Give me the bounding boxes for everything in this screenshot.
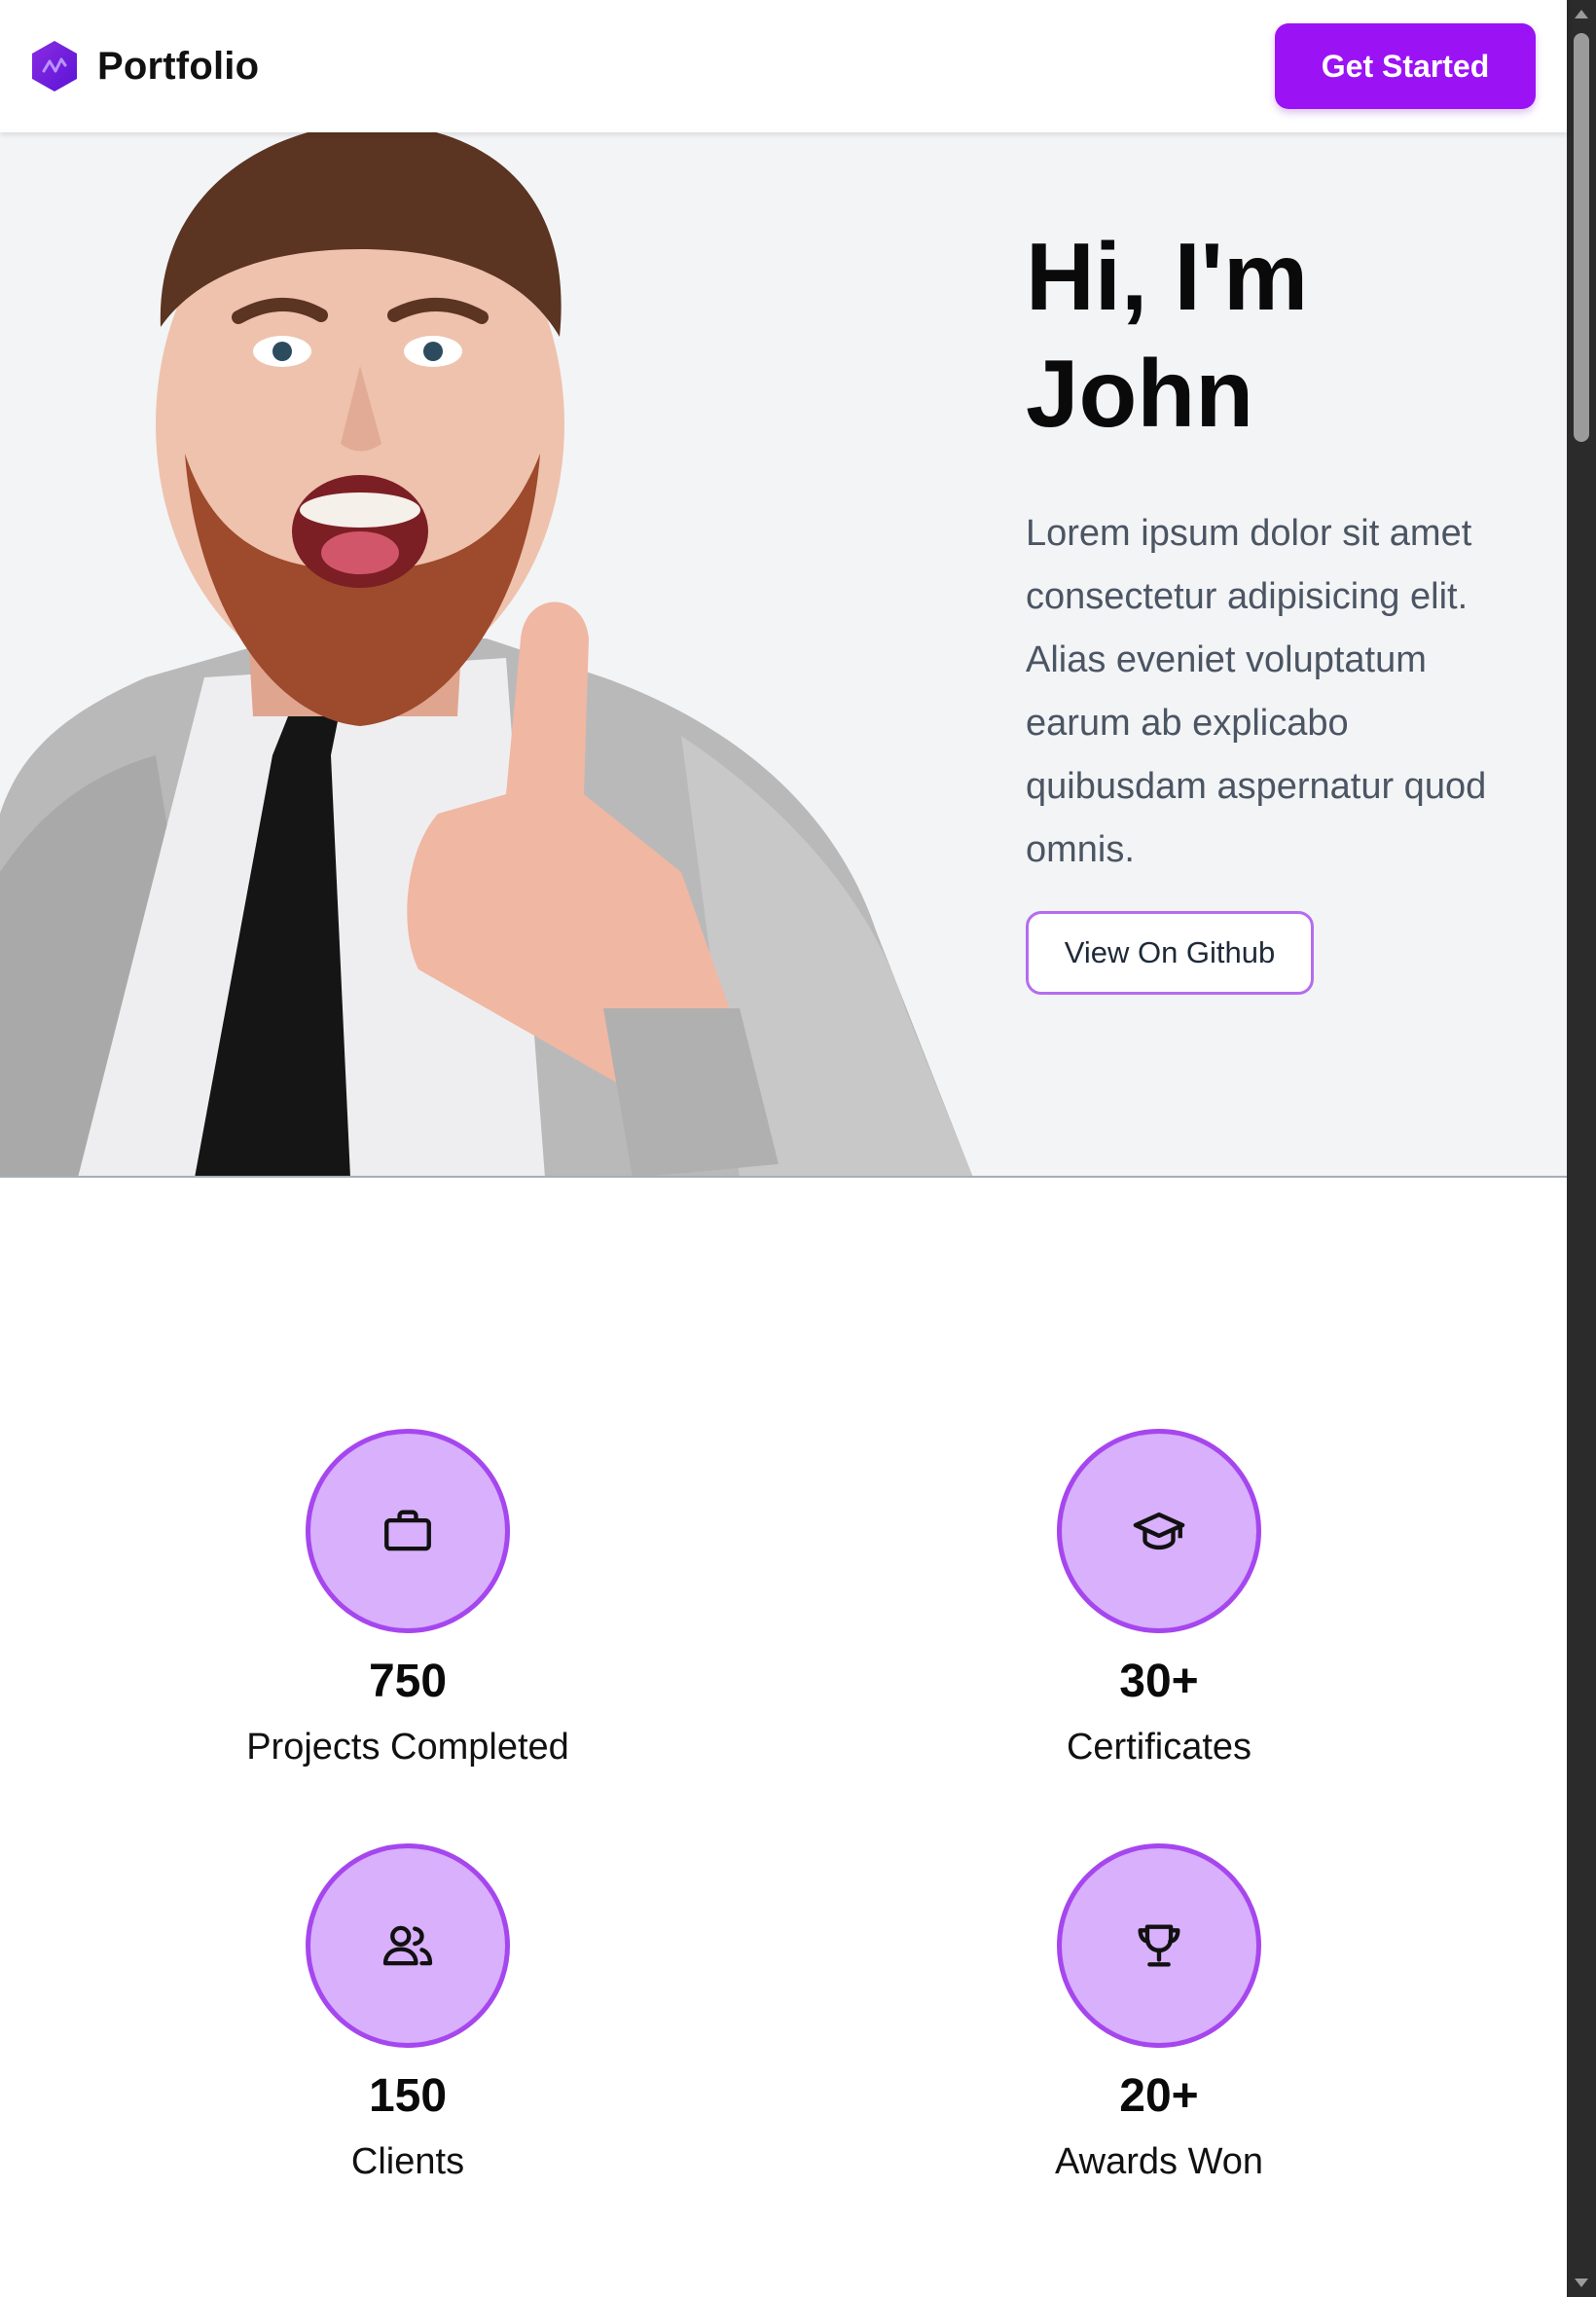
users-icon: [382, 1925, 433, 1966]
stat-label: Certificates: [1066, 1727, 1252, 1768]
scroll-up-arrow-icon[interactable]: [1575, 10, 1588, 18]
stat-icon-circle: [1057, 1843, 1261, 2048]
brand-name: Portfolio: [97, 44, 260, 88]
stat-awards: 20+ Awards Won: [955, 1843, 1363, 2186]
stat-certificates: 30+ Certificates: [955, 1429, 1363, 1771]
stat-value: 30+: [1119, 1656, 1199, 1707]
navbar: Portfolio Get Started: [0, 0, 1567, 132]
stat-value: 750: [368, 1656, 448, 1707]
hero-section: Hi, I'm John Lorem ipsum dolor sit amet …: [0, 132, 1567, 1178]
stat-icon-circle: [306, 1429, 510, 1633]
view-on-github-button[interactable]: View On Github: [1026, 911, 1314, 995]
briefcase-icon: [384, 1510, 431, 1551]
scrollbar-thumb[interactable]: [1574, 33, 1589, 442]
hexagon-logo-icon: [32, 41, 77, 91]
stat-clients: 150 Clients: [203, 1843, 612, 2186]
stat-label: Projects Completed: [246, 1727, 569, 1768]
graduation-cap-icon: [1133, 1512, 1185, 1550]
stat-icon-circle: [1057, 1429, 1261, 1633]
brand[interactable]: Portfolio: [29, 39, 259, 93]
scroll-down-arrow-icon[interactable]: [1575, 2279, 1588, 2287]
stat-label: Clients: [350, 2141, 465, 2182]
stat-projects: 750 Projects Completed: [203, 1429, 612, 1771]
stat-value: 20+: [1119, 2070, 1199, 2122]
portfolio-page: Portfolio Get Started Hi, I'm John Lorem…: [0, 0, 1567, 2297]
trophy-icon: [1138, 1924, 1180, 1967]
hero-portrait-image: [0, 132, 973, 1176]
get-started-button[interactable]: Get Started: [1275, 23, 1536, 109]
stat-value: 150: [368, 2070, 448, 2122]
hero-title: Hi, I'm John: [1026, 223, 1309, 447]
hero-description: Lorem ipsum dolor sit amet consectetur a…: [1026, 513, 1487, 870]
hero-text: Hi, I'm John Lorem ipsum dolor sit amet …: [1026, 218, 1532, 995]
stat-label: Awards Won: [1054, 2141, 1264, 2182]
vertical-scrollbar[interactable]: [1567, 0, 1596, 2297]
stat-icon-circle: [306, 1843, 510, 2048]
browser-viewport: Portfolio Get Started Hi, I'm John Lorem…: [0, 0, 1596, 2297]
stats-section: 750 Projects Completed 30+ Certificates: [0, 1178, 1567, 2297]
